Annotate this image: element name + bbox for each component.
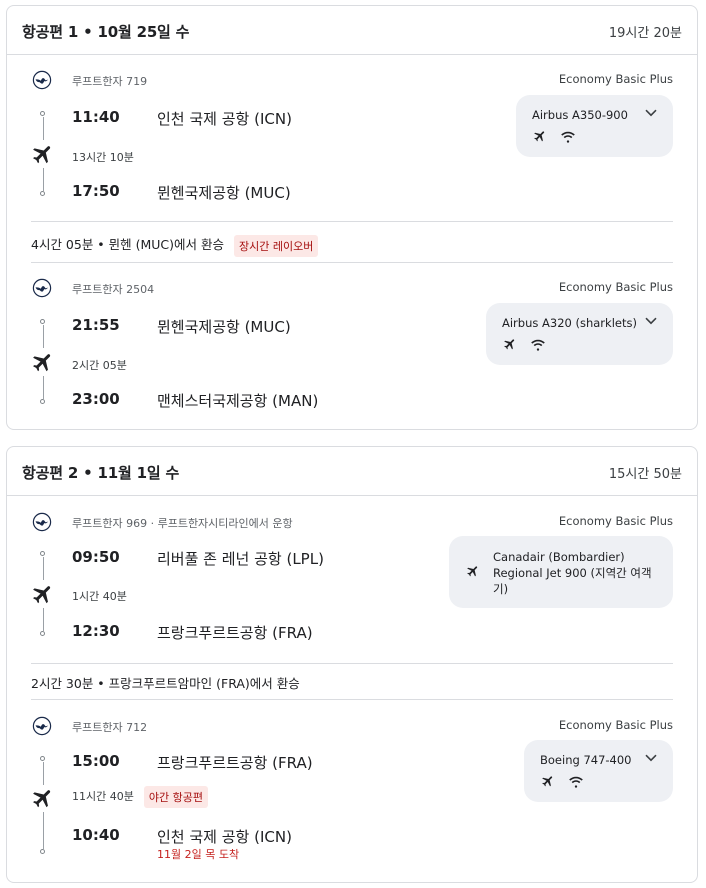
aircraft-name: Boeing 747-400 [540, 753, 632, 767]
arrival-dot [40, 849, 45, 854]
flight-duration-text: 11시간 40분 [72, 790, 134, 803]
trip-total-duration: 19시간 20분 [608, 26, 682, 41]
chevron-down-icon [645, 317, 657, 325]
cabin-class: Economy Basic Plus [558, 718, 673, 732]
lufthansa-crane-icon [32, 278, 52, 298]
cabin-class: Economy Basic Plus [558, 514, 673, 528]
flight-duration: 11시간 40분 야간 항공편 [72, 786, 208, 808]
aircraft-name: Airbus A350-900 [532, 108, 628, 122]
departure-time: 15:00 [72, 752, 120, 770]
flight-duration: 1시간 40분 [72, 590, 127, 603]
departure-time: 09:50 [72, 548, 120, 566]
arrival-airport: 프랑크푸르트공항 (FRA) [157, 624, 313, 642]
timeline-line [42, 762, 44, 785]
trip-title: 항공편 1 • 10월 25일 수 [22, 23, 190, 41]
airplane-icon [31, 582, 55, 606]
arrival-time: 17:50 [72, 182, 120, 200]
flight-number: 루프트한자 719 [72, 75, 148, 88]
divider [31, 699, 673, 700]
trip-card-1: 항공편 1 • 10월 25일 수 19시간 20분 루프트한자 719 Eco… [6, 5, 698, 430]
airplane-icon [540, 774, 556, 788]
trip-card-2: 항공편 2 • 11월 1일 수 15시간 50분 루프트한자 969 · 루프… [6, 446, 698, 883]
flight-segment: 루프트한자 719 Economy Basic Plus 11:40 인천 국제… [7, 70, 697, 220]
arrival-airport: 맨체스터국제공항 (MAN) [157, 392, 319, 410]
divider [31, 262, 673, 263]
long-layover-badge: 장시간 레이오버 [234, 234, 319, 257]
aircraft-details-button[interactable]: Airbus A350-900 [516, 95, 673, 157]
departure-dot [40, 756, 45, 761]
trip-header[interactable]: 항공편 1 • 10월 25일 수 19시간 20분 [7, 6, 697, 55]
cabin-class: Economy Basic Plus [558, 72, 673, 86]
lufthansa-crane-icon [32, 70, 52, 90]
divider [31, 663, 673, 664]
airplane-icon [31, 350, 55, 374]
aircraft-details: Canadair (Bombardier) Regional Jet 900 (… [449, 536, 673, 608]
timeline-line [42, 168, 44, 191]
flight-segment: 루프트한자 712 Economy Basic Plus 15:00 프랑크푸르… [7, 716, 697, 876]
wifi-icon [560, 129, 576, 143]
aircraft-name-line: Canadair (Bombardier) [493, 550, 625, 564]
wifi-icon [530, 337, 546, 351]
layover-text: 2시간 30분 • 프랑크푸르트암마인 (FRA)에서 환승 [31, 676, 300, 691]
flight-segment: 루프트한자 969 · 루프트한자시티라인에서 운항 Economy Basic… [7, 512, 697, 662]
departure-dot [40, 111, 45, 116]
departure-dot [40, 551, 45, 556]
arrival-date-note: 11월 2일 목 도착 [157, 848, 240, 861]
departure-airport: 리버풀 존 레넌 공항 (LPL) [157, 550, 324, 568]
timeline-line [42, 557, 44, 580]
arrival-dot [40, 631, 45, 636]
departure-airport: 인천 국제 공항 (ICN) [157, 110, 292, 128]
airplane-icon [502, 337, 518, 351]
aircraft-name: Canadair (Bombardier) Regional Jet 900 (… [493, 549, 661, 597]
arrival-dot [40, 399, 45, 404]
timeline-line [42, 376, 44, 399]
flight-duration: 2시간 05분 [72, 359, 127, 372]
aircraft-name-line: Regional Jet 900 (지역간 여객 [493, 566, 652, 580]
flight-duration: 13시간 10분 [72, 151, 134, 164]
aircraft-name-line: 기) [493, 582, 509, 596]
layover-text: 4시간 05분 • 뮌헨 (MUC)에서 환승 [31, 237, 225, 252]
timeline-line [42, 117, 44, 140]
flight-number: 루프트한자 2504 [72, 283, 155, 296]
overnight-flight-badge: 야간 항공편 [143, 786, 208, 808]
arrival-dot [40, 191, 45, 196]
trip-title: 항공편 2 • 11월 1일 수 [22, 464, 180, 482]
aircraft-details-button[interactable]: Airbus A320 (sharklets) [486, 303, 673, 365]
arrival-time: 23:00 [72, 390, 120, 408]
chevron-down-icon [645, 754, 657, 762]
chevron-down-icon [645, 109, 657, 117]
airplane-icon [31, 142, 55, 166]
wifi-icon [568, 774, 584, 788]
airplane-icon [532, 129, 548, 143]
layover-info: 4시간 05분 • 뮌헨 (MUC)에서 환승 장시간 레이오버 [31, 234, 319, 257]
timeline-line [42, 608, 44, 631]
arrival-time: 10:40 [72, 826, 120, 844]
airplane-icon [465, 564, 481, 578]
divider [31, 221, 673, 222]
lufthansa-crane-icon [32, 716, 52, 736]
flight-number: 루프트한자 969 · 루프트한자시티라인에서 운항 [72, 517, 293, 530]
airplane-icon [31, 786, 55, 810]
trip-total-duration: 15시간 50분 [608, 467, 682, 482]
aircraft-name: Airbus A320 (sharklets) [502, 316, 637, 330]
timeline-line [42, 325, 44, 348]
departure-airport: 프랑크푸르트공항 (FRA) [157, 754, 313, 772]
aircraft-details-button[interactable]: Boeing 747-400 [524, 740, 673, 802]
cabin-class: Economy Basic Plus [558, 280, 673, 294]
departure-dot [40, 319, 45, 324]
departure-airport: 뮌헨국제공항 (MUC) [157, 318, 291, 336]
trip-header[interactable]: 항공편 2 • 11월 1일 수 15시간 50분 [7, 447, 697, 496]
layover-info: 2시간 30분 • 프랑크푸르트암마인 (FRA)에서 환승 [31, 673, 300, 692]
departure-time: 11:40 [72, 108, 120, 126]
flight-number: 루프트한자 712 [72, 721, 148, 734]
arrival-airport: 인천 국제 공항 (ICN) [157, 828, 292, 846]
flight-segment: 루프트한자 2504 Economy Basic Plus 21:55 뮌헨국제… [7, 278, 697, 428]
arrival-airport: 뮌헨국제공항 (MUC) [157, 184, 291, 202]
lufthansa-crane-icon [32, 512, 52, 532]
departure-time: 21:55 [72, 316, 120, 334]
timeline-line [42, 812, 44, 849]
arrival-time: 12:30 [72, 622, 120, 640]
